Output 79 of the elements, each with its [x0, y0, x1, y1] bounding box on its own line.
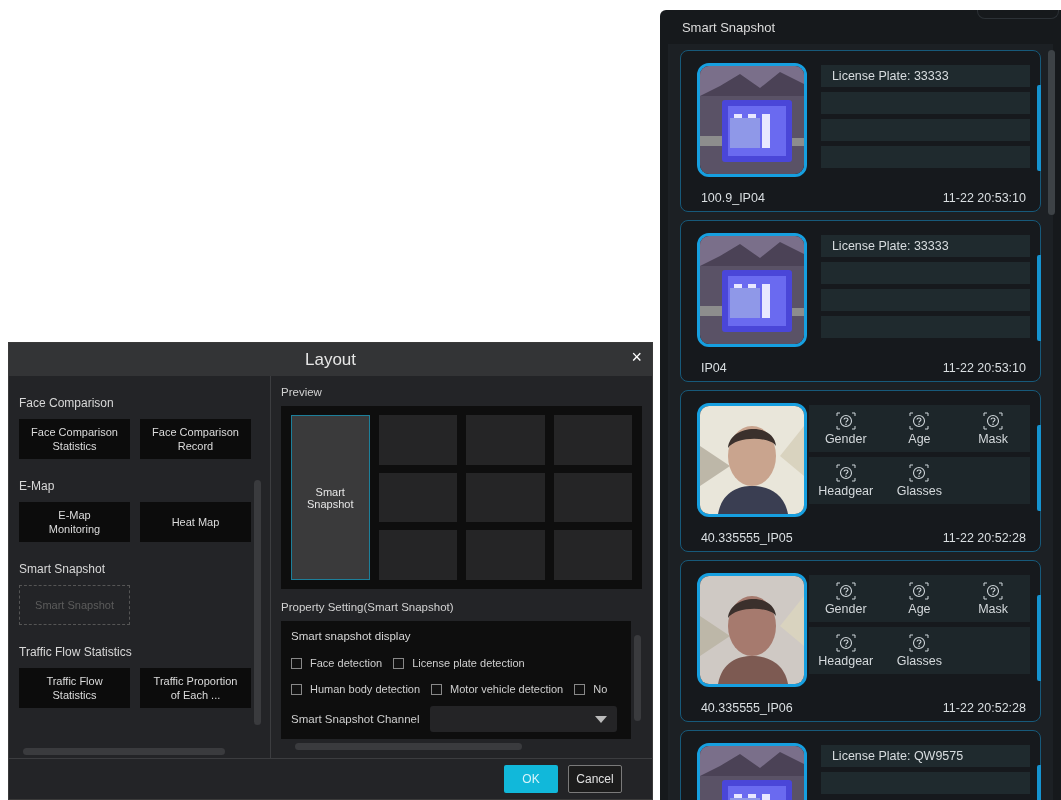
timestamp: 11-22 20:52:28 [942, 531, 1026, 545]
checkbox-label: No [593, 683, 608, 695]
snapshot-card[interactable]: Gender Age Mask Headgear Glasses 40.335555_IP05 11-22 20:52:28 [679, 390, 1041, 552]
section-heading: Face Comparison [19, 395, 115, 411]
dialog-title: Layout [304, 349, 356, 370]
panel-title: Smart Snapshot [681, 19, 776, 35]
section-heading: Smart Snapshot [19, 561, 107, 577]
preview-cell[interactable] [378, 415, 457, 465]
channel-name: IP04 [700, 361, 727, 375]
plate-number: License Plate: 33333 [820, 65, 1030, 87]
checkbox-label: Face detection [310, 657, 383, 669]
channel-name: 100.9_IP04 [700, 191, 765, 205]
preview-cell[interactable] [553, 415, 632, 465]
timestamp: 11-22 20:53:10 [942, 191, 1026, 205]
question-icon [983, 411, 1004, 430]
preview-cell[interactable] [466, 415, 545, 465]
timestamp: 11-22 20:53:10 [942, 361, 1026, 375]
timestamp: 11-22 20:52:28 [942, 701, 1026, 715]
field-label: Smart snapshot display [291, 630, 412, 644]
checkbox[interactable] [291, 683, 302, 695]
preview-cell[interactable]: Smart Snapshot [291, 415, 370, 580]
preview-cell[interactable] [553, 530, 632, 580]
widget-button[interactable]: Traffic Flow Statistics [19, 668, 130, 708]
channel-dropdown[interactable] [429, 706, 617, 732]
question-icon [909, 581, 930, 600]
preview-cell[interactable] [553, 472, 632, 523]
checkbox-label: License plate detection [412, 657, 525, 669]
question-icon [983, 581, 1004, 600]
preview-cell[interactable] [466, 530, 545, 580]
widget-button[interactable]: Face Comparison Statistics [19, 419, 130, 459]
preview-label: Preview [281, 386, 323, 400]
attribute-label: Glasses [896, 653, 942, 668]
section-label: Property Setting(Smart Snapshot) [281, 601, 455, 615]
attribute-label: Headgear [818, 483, 874, 498]
scrollbar[interactable] [634, 635, 641, 721]
preview-cell[interactable] [378, 472, 457, 523]
checkbox[interactable] [393, 657, 405, 669]
question-icon [835, 411, 856, 430]
widget-button[interactable]: Heat Map [140, 502, 251, 542]
attribute-label: Age [908, 431, 931, 446]
widget-button[interactable]: E-Map Monitoring [19, 502, 130, 542]
checkbox[interactable] [291, 657, 302, 669]
plate-number: License Plate: QW9575 [820, 745, 1030, 767]
checkbox-label: Motor vehicle detection [450, 683, 564, 695]
question-icon [909, 411, 930, 430]
attribute-label: Gender [824, 601, 867, 616]
attribute-label: Mask [978, 431, 1009, 446]
preview-cell[interactable] [378, 530, 457, 580]
attribute-label: Headgear [818, 653, 874, 668]
question-icon [909, 463, 930, 482]
channel-name: 40.335555_IP05 [700, 531, 793, 545]
channel-name: 40.335555_IP06 [700, 701, 793, 715]
attribute-label: Gender [824, 431, 867, 446]
plate-number: License Plate: 33333 [820, 235, 1030, 257]
checkbox[interactable] [431, 683, 443, 695]
question-icon [909, 633, 930, 652]
preview-cell[interactable] [466, 472, 545, 523]
field-label: Smart Snapshot Channel [291, 713, 420, 725]
caret-icon [594, 715, 607, 723]
scrollbar[interactable] [295, 743, 522, 750]
checkbox-label: Human body detection [310, 683, 421, 695]
widget-button[interactable]: Face Comparison Record [140, 419, 251, 459]
attribute-label: Age [908, 601, 931, 616]
snapshot-card[interactable]: Gender Age Mask Headgear Glasses 40.335555_IP06 11-22 20:52:28 [679, 560, 1041, 722]
snapshot-card[interactable]: License Plate: QW9575 [679, 730, 1041, 800]
snapshot-card[interactable]: License Plate: 33333 IP04 11-22 20:53:10 [679, 220, 1041, 382]
snapshot-card[interactable]: License Plate: 33333 100.9_IP04 11-22 20:53:10 [679, 50, 1041, 212]
section-heading: Traffic Flow Statistics [19, 644, 133, 660]
question-icon [835, 463, 856, 482]
question-icon [835, 581, 856, 600]
scrollbar[interactable] [1048, 50, 1055, 215]
close-button[interactable]: × [627, 347, 646, 368]
checkbox[interactable] [574, 683, 586, 695]
question-icon [835, 633, 856, 652]
section-heading: E-Map [19, 478, 56, 494]
widget-button[interactable]: Traffic Proportion of Each ... [140, 668, 251, 708]
cancel-button[interactable]: Cancel [568, 765, 622, 793]
attribute-label: Mask [978, 601, 1009, 616]
attribute-label: Glasses [896, 483, 942, 498]
